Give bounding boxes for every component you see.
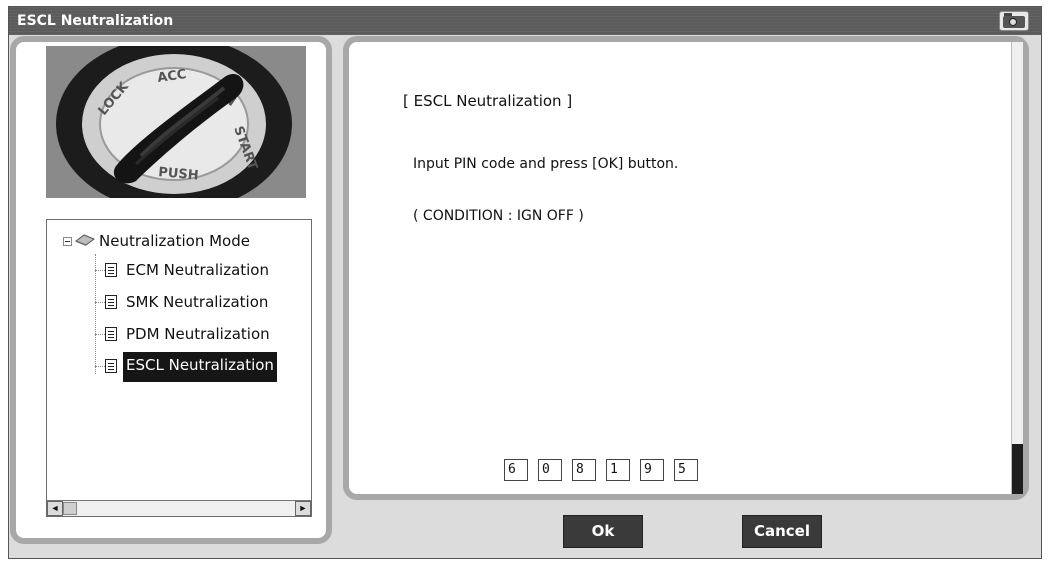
scroll-right-icon[interactable]: ► <box>295 501 311 516</box>
document-icon <box>105 295 117 309</box>
tree-item-smk[interactable]: SMK Neutralization <box>47 288 311 316</box>
category-icon <box>75 234 95 246</box>
content-title: [ ESCL Neutralization ] <box>403 92 573 110</box>
pin-digit-4[interactable]: 1 <box>606 459 630 481</box>
left-panel: LOCK ACC ON START PUSH Neutralization Mo… <box>10 36 332 544</box>
pin-digit-6[interactable]: 5 <box>674 459 698 481</box>
instruction-text: Input PIN code and press [OK] button. <box>413 156 679 172</box>
ok-button[interactable]: Ok <box>563 515 643 548</box>
document-icon <box>105 263 117 277</box>
title-bar: ESCL Neutralization <box>9 7 1041 35</box>
window-title: ESCL Neutralization <box>17 13 174 29</box>
tree-item-ecm[interactable]: ECM Neutralization <box>47 256 311 284</box>
horizontal-scrollbar[interactable]: ◄ ► <box>47 500 311 516</box>
tree-item-label: ECM Neutralization <box>126 261 269 279</box>
scroll-end <box>1012 444 1023 494</box>
condition-text: ( CONDITION : IGN OFF ) <box>413 208 584 224</box>
pin-digit-2[interactable]: 0 <box>538 459 562 481</box>
neutralization-tree: Neutralization Mode ECM Neutralization S… <box>46 219 312 517</box>
collapse-icon[interactable] <box>63 237 72 246</box>
tree-root[interactable]: Neutralization Mode <box>47 224 311 252</box>
pin-digit-1[interactable]: 6 <box>504 459 528 481</box>
tree-item-label: SMK Neutralization <box>126 293 269 311</box>
tree-item-label: PDM Neutralization <box>126 325 270 343</box>
tree-root-label: Neutralization Mode <box>99 232 250 250</box>
scroll-thumb[interactable] <box>63 502 77 515</box>
tree-item-label-selected: ESCL Neutralization <box>123 352 277 382</box>
tree-item-escl[interactable]: ESCL Neutralization <box>47 352 311 382</box>
pin-digit-3[interactable]: 8 <box>572 459 596 481</box>
camera-icon[interactable] <box>999 11 1029 31</box>
pin-digit-5[interactable]: 9 <box>640 459 664 481</box>
document-icon <box>105 359 117 373</box>
ignition-switch-photo: LOCK ACC ON START PUSH <box>46 46 306 198</box>
vertical-scrollbar[interactable] <box>1011 42 1023 494</box>
content-panel: [ ESCL Neutralization ] Input PIN code a… <box>343 36 1029 500</box>
document-icon <box>105 327 117 341</box>
tree-item-pdm[interactable]: PDM Neutralization <box>47 320 311 348</box>
cancel-button[interactable]: Cancel <box>742 515 822 548</box>
scroll-left-icon[interactable]: ◄ <box>47 501 63 516</box>
